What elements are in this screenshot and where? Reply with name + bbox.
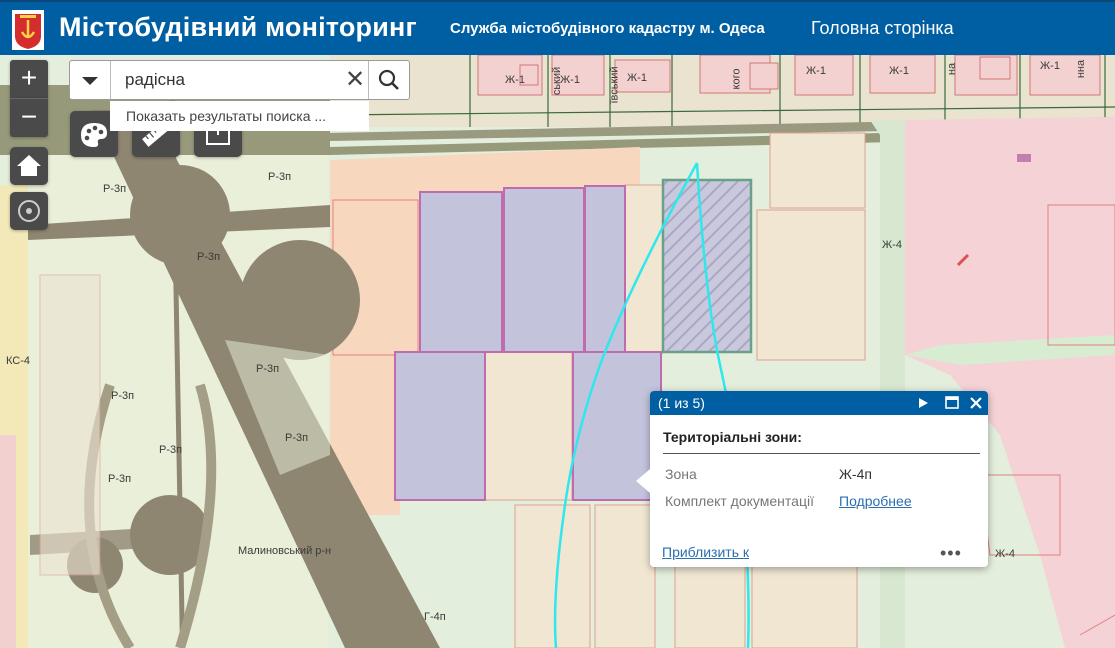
search-widget: ✕ (69, 60, 410, 100)
zone-label: Р-3п (256, 363, 280, 375)
zone-label: Ж-1 (627, 72, 647, 84)
docs-details-link[interactable]: Подробнее (839, 493, 912, 509)
zone-label: Ж-1 (889, 65, 909, 77)
search-input[interactable] (115, 61, 345, 99)
popup-divider (663, 453, 980, 454)
zoom-out-button[interactable]: − (10, 98, 48, 137)
search-button[interactable] (368, 61, 410, 99)
popup-title: Територіальні зони: (663, 429, 802, 445)
zone-attribute-value: Ж-4п (839, 466, 872, 482)
maximize-icon[interactable] (944, 395, 960, 411)
zone-attribute-label: Зона (665, 466, 697, 482)
cadastre-service-link[interactable]: Служба містобудівного кадастру м. Одеса (450, 20, 765, 37)
street-label: кого (730, 68, 743, 90)
docs-attribute-label: Комплект документації (665, 493, 814, 509)
locate-button[interactable] (10, 192, 48, 230)
next-feature-icon[interactable] (916, 396, 930, 410)
zone-label: Р-3п (111, 390, 135, 402)
zone-label: КС-4 (6, 355, 31, 367)
close-icon[interactable] (968, 395, 984, 411)
popup-pointer (636, 469, 650, 493)
caret-down-icon (82, 77, 98, 85)
home-icon (17, 155, 41, 176)
zone-label: Р-3п (285, 432, 309, 444)
street-label: на (946, 62, 959, 76)
zone-label: Ж-1 (1040, 60, 1060, 72)
zone-label: Ж-1 (505, 74, 525, 86)
zone-label: Р-3п (268, 171, 292, 183)
clear-search-button[interactable]: ✕ (342, 61, 368, 99)
popup-pager: (1 из 5) (658, 395, 705, 411)
zone-label: Р-3п (159, 444, 183, 456)
zone-label: Г-4п (424, 611, 446, 623)
zoom-to-link[interactable]: Приблизить к (662, 544, 749, 560)
district-label: Малиновський р-н (238, 545, 332, 557)
zone-label: Р-3п (197, 251, 221, 263)
zone-label: Р-3п (103, 183, 127, 195)
app-title: Містобудівний моніторинг (59, 12, 418, 42)
zoom-in-button[interactable]: + (10, 60, 48, 98)
crosshair-icon (18, 200, 40, 222)
street-label: ївський (608, 66, 621, 104)
zone-label: Ж-1 (560, 74, 580, 86)
app-header: Містобудівний моніторинг Служба містобуд… (0, 0, 1115, 55)
zone-label: Р-3п (108, 473, 132, 485)
street-label: нна (1075, 59, 1088, 79)
more-actions-button[interactable]: ••• (940, 543, 962, 564)
city-coat-of-arms-icon (12, 10, 44, 50)
home-extent-button[interactable] (10, 147, 48, 185)
zone-label: Ж-4 (882, 239, 902, 251)
feature-popup: (1 из 5) Територіальні зони: Зона Ж-4п К… (636, 391, 988, 567)
popup-header: (1 из 5) (650, 391, 988, 415)
zone-label: Ж-1 (806, 65, 826, 77)
search-source-dropdown[interactable] (70, 61, 111, 99)
search-icon (378, 69, 399, 90)
zone-label: Ж-4 (995, 548, 1015, 560)
search-suggestion-item[interactable]: Показать результаты поиска ... (110, 101, 369, 131)
home-page-link[interactable]: Головна сторінка (811, 18, 954, 39)
